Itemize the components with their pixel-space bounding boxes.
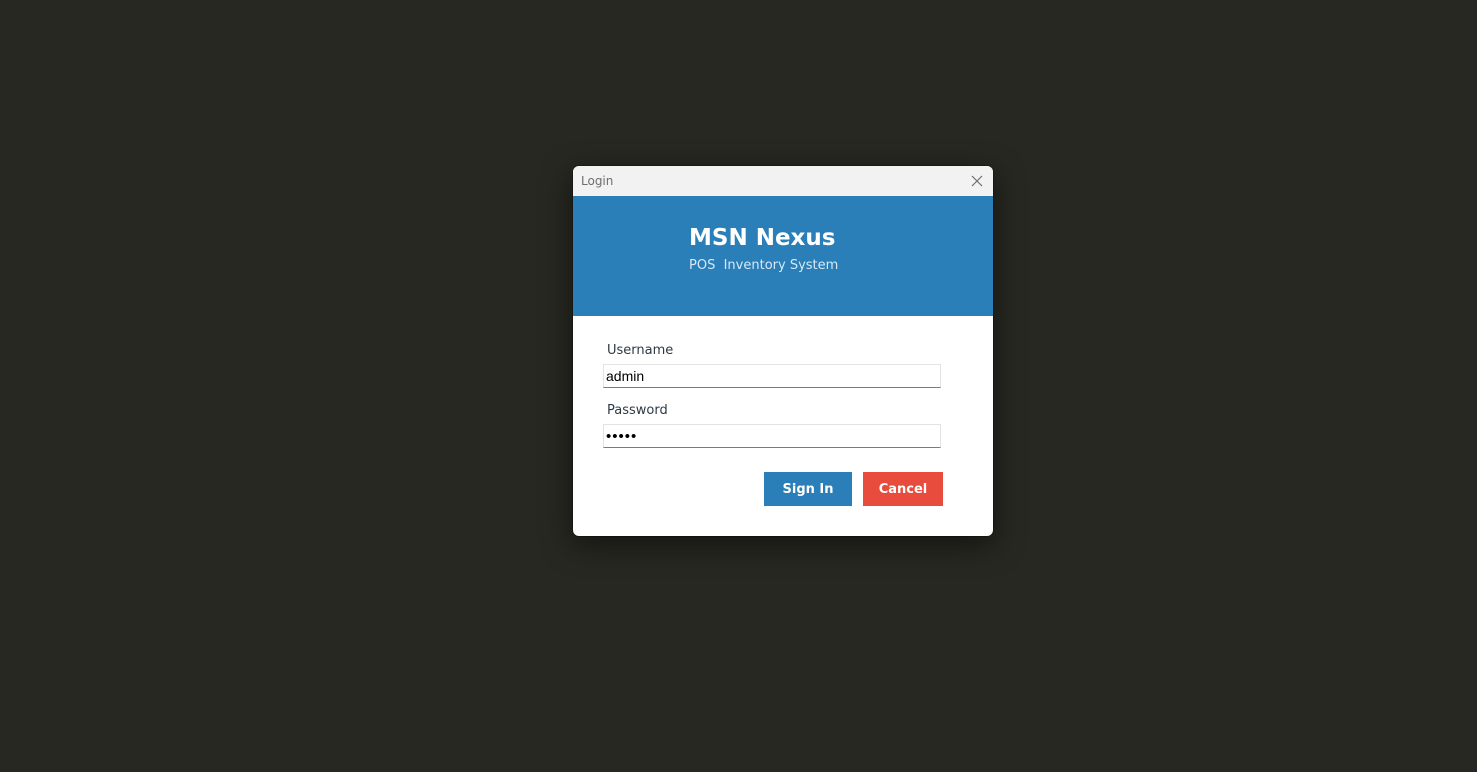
desktop-background: Login MSN Nexus POS Inventory System Use… (0, 0, 1477, 772)
cancel-button[interactable]: Cancel (863, 472, 943, 506)
sign-in-button[interactable]: Sign In (764, 472, 852, 506)
login-dialog: Login MSN Nexus POS Inventory System Use… (573, 166, 993, 536)
window-title: Login (581, 174, 614, 188)
close-button[interactable] (961, 166, 993, 196)
username-label: Username (607, 343, 674, 358)
app-title: MSN Nexus (689, 225, 836, 251)
close-icon (971, 175, 983, 187)
username-input[interactable] (603, 364, 941, 388)
app-subtitle: POS Inventory System (689, 258, 839, 273)
header-banner: MSN Nexus POS Inventory System (573, 196, 993, 316)
password-label: Password (607, 403, 668, 418)
password-input[interactable] (603, 424, 941, 448)
title-bar[interactable]: Login (573, 166, 993, 196)
